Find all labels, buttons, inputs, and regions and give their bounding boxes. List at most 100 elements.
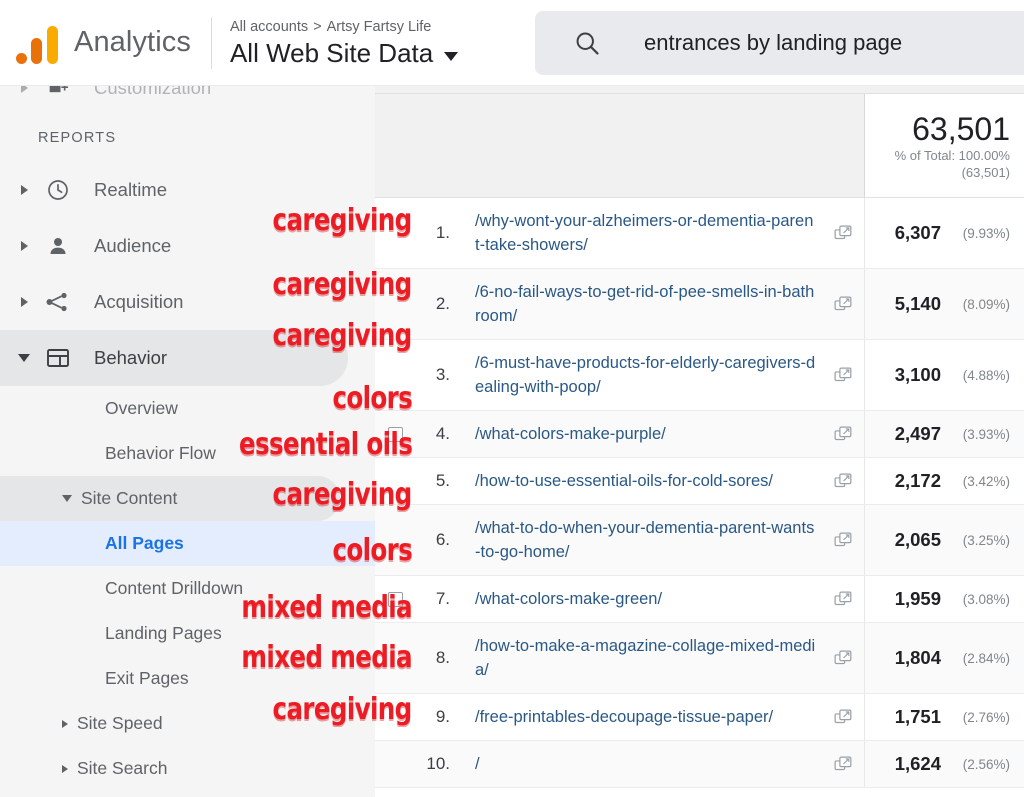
sidebar-item-behavior[interactable]: Behavior: [0, 330, 348, 386]
page-url-link[interactable]: /: [475, 752, 816, 776]
sidebar-item-label: Overview: [105, 398, 178, 418]
sidebar-item-label: Site Speed: [77, 713, 163, 733]
row-metric-cell: 3,100 (4.88%): [865, 340, 1024, 410]
clock-icon: [38, 178, 78, 202]
table-row[interactable]: 7. /what-colors-make-green/ 1,959 (3.08%…: [375, 576, 1024, 623]
expand-arrow-icon[interactable]: [62, 719, 68, 728]
row-checkbox[interactable]: [387, 426, 403, 442]
table-top-strip: [375, 86, 1024, 94]
brand-name: Analytics: [74, 26, 191, 58]
expand-arrow-icon[interactable]: [10, 241, 38, 251]
sidebar-item-overview[interactable]: Overview: [0, 386, 375, 431]
collapse-arrow-icon[interactable]: [62, 495, 72, 502]
row-metric-cell: 1,804 (2.84%): [865, 623, 1024, 693]
row-index: 6.: [435, 530, 450, 549]
row-value: 2,497: [894, 423, 941, 444]
sidebar-item-customization[interactable]: Customization: [0, 86, 375, 103]
page-url-link[interactable]: /how-to-make-a-magazine-collage-mixed-me…: [475, 634, 816, 682]
row-dimension-cell: 9. /free-printables-decoupage-tissue-pap…: [375, 694, 865, 740]
page-url-link[interactable]: /6-must-have-products-for-elderly-caregi…: [475, 351, 816, 399]
row-value: 3,100: [894, 364, 941, 385]
sidebar-item-behavior-flow[interactable]: Behavior Flow: [0, 431, 375, 476]
header-divider: [210, 16, 212, 69]
row-dimension-cell: 3. /6-must-have-products-for-elderly-car…: [375, 340, 865, 410]
collapse-arrow-icon[interactable]: [10, 354, 38, 362]
sidebar-item-label: Site Search: [77, 758, 168, 778]
row-index: 2.: [435, 294, 450, 313]
total-value: 63,501: [912, 110, 1010, 147]
open-in-new-window-icon[interactable]: [822, 424, 864, 445]
sidebar-item-site-search[interactable]: Site Search: [0, 746, 375, 791]
search-bar[interactable]: entrances by landing page: [535, 11, 1024, 75]
expand-arrow-icon[interactable]: [10, 297, 38, 307]
sidebar-item-all-pages[interactable]: All Pages: [0, 521, 375, 566]
row-value: 5,140: [894, 293, 941, 314]
breadcrumb-account[interactable]: All accounts: [230, 19, 308, 35]
page-url-link[interactable]: /why-wont-your-alzheimers-or-dementia-pa…: [475, 209, 816, 257]
row-metric-cell: 1,959 (3.08%): [865, 576, 1024, 622]
search-input[interactable]: entrances by landing page: [644, 30, 902, 56]
page-url-link[interactable]: /what-colors-make-green/: [475, 587, 816, 611]
sidebar-item-exit-pages[interactable]: Exit Pages: [0, 656, 375, 701]
open-in-new-window-icon[interactable]: [822, 707, 864, 728]
page-url-link[interactable]: /what-colors-make-purple/: [475, 422, 816, 446]
row-percent: (9.93%): [962, 225, 1010, 241]
sidebar-item-label: Exit Pages: [105, 668, 189, 688]
open-in-new-window-icon[interactable]: [822, 365, 864, 386]
row-dimension-cell: 4. /what-colors-make-purple/: [375, 411, 865, 457]
table-row[interactable]: 8. /how-to-make-a-magazine-collage-mixed…: [375, 623, 1024, 694]
row-checkbox-cell[interactable]: [375, 426, 415, 442]
sidebar-item-audience[interactable]: Audience: [0, 218, 375, 274]
row-checkbox-cell[interactable]: [375, 591, 415, 607]
table-row[interactable]: 5. /how-to-use-essential-oils-for-cold-s…: [375, 458, 1024, 505]
row-url-cell: /: [461, 752, 822, 776]
open-in-new-window-icon[interactable]: [822, 754, 864, 775]
sidebar-item-site-content[interactable]: Site Content: [0, 476, 340, 521]
sidebar-item-label: Content Drilldown: [105, 578, 244, 598]
sidebar-item-content-drilldown[interactable]: Content Drilldown: [0, 566, 375, 611]
sidebar-item-label: Acquisition: [94, 291, 184, 312]
open-in-new-window-icon[interactable]: [822, 223, 864, 244]
sidebar-item-landing-pages[interactable]: Landing Pages: [0, 611, 375, 656]
row-index: 1.: [435, 223, 450, 242]
open-in-new-window-icon[interactable]: [822, 471, 864, 492]
page-url-link[interactable]: /what-to-do-when-your-dementia-parent-wa…: [475, 516, 816, 564]
sidebar-item-label: Site Content: [81, 488, 178, 508]
table-row[interactable]: 9. /free-printables-decoupage-tissue-pap…: [375, 694, 1024, 741]
table-row[interactable]: 10. / 1,624 (2.56%): [375, 741, 1024, 788]
table-row[interactable]: 4. /what-colors-make-purple/ 2,497 (3.93…: [375, 411, 1024, 458]
analytics-brand[interactable]: Analytics: [0, 22, 191, 64]
sidebar-item-realtime[interactable]: Realtime: [0, 162, 375, 218]
open-in-new-window-icon[interactable]: [822, 294, 864, 315]
row-index: 3.: [435, 365, 450, 384]
breadcrumb: All accounts > Artsy Fartsy Life: [230, 17, 458, 37]
table-row[interactable]: 1. /why-wont-your-alzheimers-or-dementia…: [375, 198, 1024, 269]
row-percent: (3.08%): [962, 591, 1010, 607]
page-url-link[interactable]: /how-to-use-essential-oils-for-cold-sore…: [475, 469, 816, 493]
row-dimension-cell: 2. /6-no-fail-ways-to-get-rid-of-pee-sme…: [375, 269, 865, 339]
page-url-link[interactable]: /6-no-fail-ways-to-get-rid-of-pee-smells…: [475, 280, 816, 328]
row-dimension-cell: 1. /why-wont-your-alzheimers-or-dementia…: [375, 198, 865, 268]
row-dimension-cell: 7. /what-colors-make-green/: [375, 576, 865, 622]
expand-arrow-icon[interactable]: [62, 764, 68, 773]
view-name[interactable]: All Web Site Data: [230, 38, 433, 69]
table-row[interactable]: 2. /6-no-fail-ways-to-get-rid-of-pee-sme…: [375, 269, 1024, 340]
breadcrumb-property[interactable]: Artsy Fartsy Life: [327, 19, 432, 35]
table-metric-header: 63,501 % of Total: 100.00% (63,501): [375, 94, 1024, 198]
page-url-link[interactable]: /free-printables-decoupage-tissue-paper/: [475, 705, 816, 729]
open-in-new-window-icon[interactable]: [822, 648, 864, 669]
account-selector[interactable]: All accounts > Artsy Fartsy Life All Web S…: [230, 17, 459, 69]
sidebar-item-acquisition[interactable]: Acquisition: [0, 274, 375, 330]
sidebar-item-site-speed[interactable]: Site Speed: [0, 701, 375, 746]
chevron-down-icon[interactable]: [444, 51, 459, 61]
row-checkbox[interactable]: [387, 591, 403, 607]
open-in-new-window-icon[interactable]: [822, 589, 864, 610]
table-row[interactable]: 3. /6-must-have-products-for-elderly-car…: [375, 340, 1024, 411]
expand-arrow-icon[interactable]: [10, 185, 38, 195]
row-url-cell: /why-wont-your-alzheimers-or-dementia-pa…: [461, 209, 822, 257]
open-in-new-window-icon[interactable]: [822, 530, 864, 551]
row-metric-cell: 5,140 (8.09%): [865, 269, 1024, 339]
sidebar-item-label: All Pages: [105, 533, 184, 553]
table-row[interactable]: 6. /what-to-do-when-your-dementia-parent…: [375, 505, 1024, 576]
sidebar-item-label: Behavior: [94, 347, 168, 368]
